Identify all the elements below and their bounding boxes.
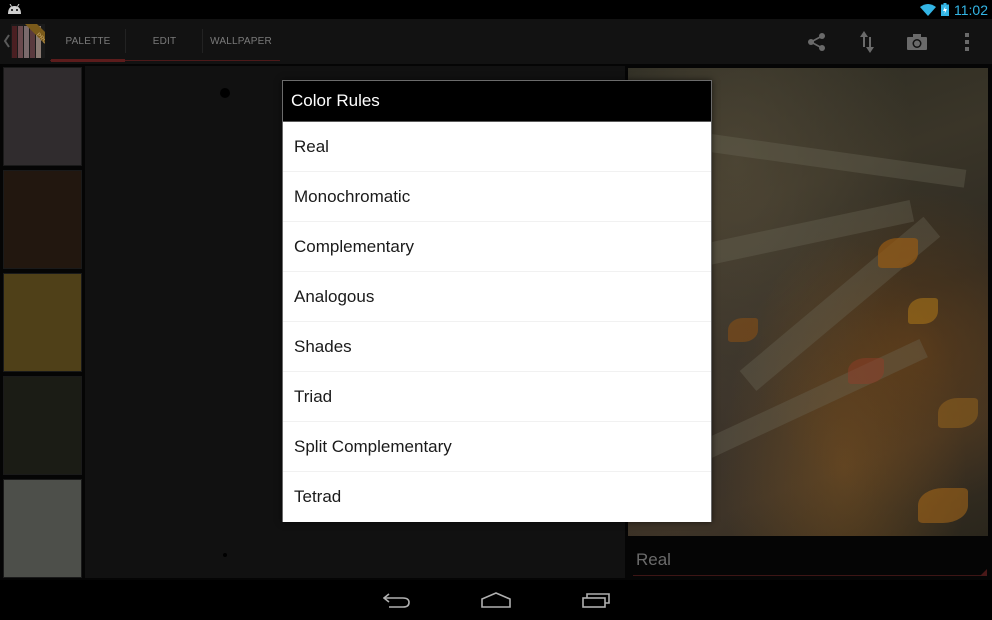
tab-palette[interactable]: PALETTE: [50, 19, 126, 64]
home-icon: [481, 592, 511, 608]
tab-wallpaper[interactable]: WALLPAPER: [203, 19, 279, 64]
color-rule-option-triad[interactable]: Triad: [283, 372, 711, 422]
wifi-icon: [920, 3, 936, 16]
sort-icon: [860, 30, 874, 53]
color-rule-option-tetrad[interactable]: Tetrad: [283, 472, 711, 522]
color-swatch[interactable]: [3, 273, 82, 372]
image-detail: [918, 488, 968, 523]
screen: 11:02 PRO PALETTE EDIT WALLPAPER Real Co…: [0, 0, 992, 620]
palette-logo-icon: PRO: [11, 24, 45, 58]
up-caret-icon[interactable]: [3, 34, 11, 48]
color-rule-option-real[interactable]: Real: [283, 122, 711, 172]
recent-apps-button[interactable]: [576, 588, 616, 612]
recent-apps-icon: [582, 593, 610, 608]
active-tab-indicator: [51, 59, 125, 62]
tab-edit-label: EDIT: [152, 36, 177, 47]
spinner-corner-icon: [980, 569, 987, 576]
image-detail: [878, 238, 918, 268]
navigation-bar: [0, 580, 992, 620]
action-buttons: [792, 19, 992, 64]
camera-button[interactable]: [892, 19, 942, 64]
image-detail: [938, 398, 978, 428]
back-button[interactable]: [377, 588, 417, 612]
color-rule-value: Real: [636, 550, 671, 569]
dialog-title: Color Rules: [283, 81, 711, 122]
tab-palette-label: PALETTE: [65, 36, 111, 47]
tab-edit[interactable]: EDIT: [126, 19, 203, 64]
canvas-dot: [223, 553, 227, 557]
overflow-menu-icon: [965, 32, 969, 51]
color-swatch[interactable]: [3, 479, 82, 578]
status-bar: 11:02: [0, 0, 992, 19]
action-bar: PRO PALETTE EDIT WALLPAPER: [0, 19, 992, 64]
color-swatch[interactable]: [3, 170, 82, 269]
color-swatch[interactable]: [3, 67, 82, 166]
color-rule-option-shades[interactable]: Shades: [283, 322, 711, 372]
color-rule-option-analogous[interactable]: Analogous: [283, 272, 711, 322]
field-underline: [633, 575, 987, 576]
image-detail: [728, 318, 758, 342]
color-rules-dialog: Color Rules Real Monochromatic Complemen…: [282, 80, 712, 522]
app-logo[interactable]: PRO: [11, 24, 45, 58]
image-detail: [683, 339, 928, 468]
color-rules-list: Real Monochromatic Complementary Analogo…: [283, 122, 711, 522]
image-detail: [848, 358, 884, 384]
battery-charging-icon: [941, 3, 949, 16]
share-button[interactable]: [792, 19, 842, 64]
status-icons: 11:02: [920, 0, 988, 19]
sort-button[interactable]: [842, 19, 892, 64]
color-rule-option-complementary[interactable]: Complementary: [283, 222, 711, 272]
android-icon: [8, 4, 21, 14]
back-icon: [383, 593, 410, 608]
image-detail: [908, 298, 938, 324]
palette-swatches: [3, 67, 83, 582]
camera-icon: [907, 33, 927, 50]
overflow-menu-button[interactable]: [942, 19, 992, 64]
tab-bar: PALETTE EDIT WALLPAPER: [50, 19, 279, 64]
color-rule-option-monochromatic[interactable]: Monochromatic: [283, 172, 711, 222]
color-swatch[interactable]: [3, 376, 82, 475]
clock: 11:02: [954, 1, 988, 18]
share-icon: [808, 32, 825, 51]
tab-wallpaper-label: WALLPAPER: [210, 36, 272, 47]
color-rule-selector[interactable]: Real: [633, 548, 987, 576]
home-button[interactable]: [476, 588, 516, 612]
color-rule-option-split-complementary[interactable]: Split Complementary: [283, 422, 711, 472]
canvas-dot: [220, 88, 230, 98]
